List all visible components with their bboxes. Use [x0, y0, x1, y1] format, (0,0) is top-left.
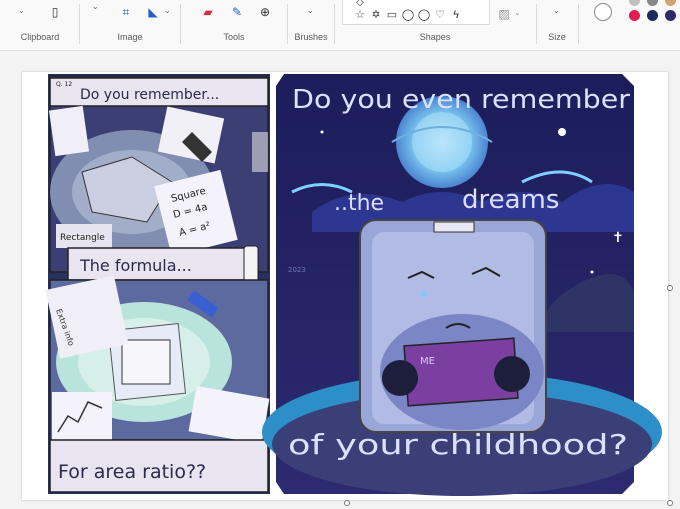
- tools-group-label: Tools: [223, 32, 245, 42]
- tools-group: ▰ ✎ ⊕ Tools: [181, 0, 287, 50]
- size-chevron-icon[interactable]: ⌄: [553, 6, 560, 15]
- shape-lightning-icon[interactable]: ϟ: [449, 8, 463, 22]
- separator: [578, 4, 579, 44]
- comic-right: ✝ ME 2023 Do you even remember ..the dre…: [262, 74, 662, 496]
- image-group: ⌄ ⌗ ◣ ⌄ Image: [80, 0, 180, 50]
- size-group: ⌄ Size: [537, 0, 577, 50]
- panel1-caption: Do you remember...: [80, 87, 219, 103]
- resize-handle-bottom[interactable]: [344, 500, 350, 506]
- color-picker-icon[interactable]: ✎: [230, 5, 244, 19]
- size-group-label: Size: [548, 32, 566, 42]
- resize-handle-right[interactable]: [667, 285, 673, 291]
- panel2-caption: The formula...: [79, 256, 192, 275]
- star-sparkle: ✝: [612, 230, 624, 246]
- toolbar-ribbon: ⌄ ▯ Clipboard ⌄ ⌗ ◣ ⌄ Image ▰ ✎ ⊕ Tools …: [0, 0, 680, 51]
- color-swatch-darkgray[interactable]: [647, 0, 658, 6]
- select-chevron-icon[interactable]: ⌄: [92, 2, 99, 11]
- right-line1: Do you even remember: [292, 85, 630, 115]
- color-swatch-gray[interactable]: [629, 0, 640, 6]
- shape-callout-cloud-icon[interactable]: ◯: [417, 8, 431, 22]
- right-line3: dreams: [462, 185, 559, 215]
- shape-heart-icon[interactable]: ♡: [433, 8, 447, 22]
- shapes-gallery[interactable]: ◇ ☆ ✡ ▭ ◯ ◯ ♡ ϟ: [342, 0, 490, 25]
- eraser-icon[interactable]: ▰: [201, 5, 215, 19]
- rotate-chevron-icon[interactable]: ⌄: [164, 6, 171, 15]
- brushes-chevron-icon[interactable]: ⌄: [307, 6, 314, 15]
- note-rectangle: Rectangle: [60, 233, 105, 243]
- clipboard-group: ⌄ ▯ Clipboard: [0, 0, 80, 50]
- panel3-caption: For area ratio??: [58, 461, 206, 483]
- tag-me: ME: [420, 356, 435, 367]
- drawing-canvas[interactable]: Q. 12 Do you remember... Square D = 4a A…: [22, 72, 668, 500]
- shape-star6-icon[interactable]: ✡: [369, 8, 383, 22]
- artwork: Q. 12 Do you remember... Square D = 4a A…: [45, 74, 662, 496]
- crop-icon[interactable]: ⌗: [119, 5, 133, 19]
- image-group-label: Image: [117, 32, 143, 42]
- magnifier-icon[interactable]: ⊕: [258, 5, 272, 19]
- color-swatch-tan[interactable]: [665, 0, 676, 6]
- right-line2: ..the: [334, 191, 384, 216]
- color-swatch-navy[interactable]: [647, 10, 658, 21]
- panel1-corner-text: Q. 12: [56, 81, 72, 88]
- resize-handle-corner[interactable]: [667, 500, 673, 506]
- copy-icon[interactable]: ▯: [48, 5, 62, 19]
- color-swatch-red[interactable]: [629, 10, 640, 21]
- paste-chevron-icon[interactable]: ⌄: [18, 6, 25, 15]
- shape-callout-oval-icon[interactable]: ◯: [401, 8, 415, 22]
- clipboard-group-label: Clipboard: [20, 32, 60, 42]
- rotate-icon[interactable]: ◣: [146, 5, 160, 19]
- signature: 2023: [288, 266, 306, 274]
- shape-fill-icon[interactable]: ▨: [497, 7, 511, 21]
- color-swatch-indigo[interactable]: [665, 10, 676, 21]
- shapes-group-label: Shapes: [419, 32, 451, 42]
- brushes-group-label: Brushes: [294, 32, 328, 42]
- shape-callout-rect-icon[interactable]: ▭: [385, 8, 399, 22]
- right-line4: of your childhood?: [288, 428, 628, 461]
- comic-left: Q. 12 Do you remember... Square D = 4a A…: [45, 74, 270, 494]
- shape-star5-icon[interactable]: ☆: [353, 8, 367, 22]
- primary-color-swatch[interactable]: [594, 3, 612, 21]
- brushes-group: ⌄ Brushes: [288, 0, 334, 50]
- shape-fill-chevron-icon[interactable]: ⌄: [514, 8, 521, 17]
